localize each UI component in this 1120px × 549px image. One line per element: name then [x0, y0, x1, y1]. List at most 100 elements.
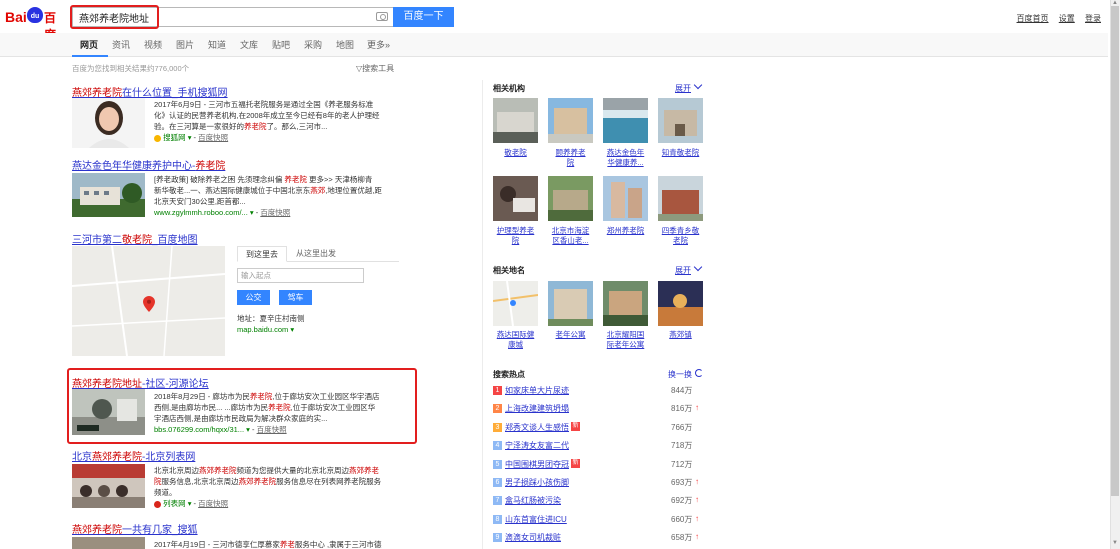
result-5-site[interactable]: 列表网: [163, 499, 186, 508]
tab-wenku[interactable]: 文库: [240, 38, 258, 51]
result-2-url[interactable]: www.zgylmmh.roboo.com/...: [154, 208, 248, 217]
hot-search-item[interactable]: 9 滴滴女司机裁赃 658万 ↑: [493, 532, 703, 544]
hot-search-item[interactable]: 8 山东首富住进ICU 660万 ↑: [493, 514, 703, 526]
institution-label[interactable]: 护理型养老院: [493, 226, 538, 246]
hot-search-item[interactable]: 4 宁泽涛女友富二代 718万: [493, 440, 703, 452]
result-2-snapshot[interactable]: 百度快照: [260, 208, 290, 217]
hot-rank-badge: 1: [493, 386, 502, 395]
chevron-down-icon[interactable]: [693, 80, 703, 90]
hot-search-text[interactable]: 宁泽涛女友富二代: [505, 440, 569, 451]
settings-link[interactable]: 设置: [1059, 14, 1075, 23]
result-1-title[interactable]: 燕郊养老院在什么位置_手机搜狐网: [72, 84, 228, 99]
refresh-icon[interactable]: [695, 369, 703, 377]
place-image[interactable]: [493, 281, 538, 326]
chevron-down-icon[interactable]: [693, 262, 703, 272]
tab-zhidao[interactable]: 知道: [208, 38, 226, 51]
hot-search-item[interactable]: 5 中国围棋男团夺冠新 712万: [493, 458, 703, 471]
login-link[interactable]: 登录: [1085, 14, 1101, 23]
tab-from-here[interactable]: 从这里出发: [287, 246, 345, 262]
institution-label[interactable]: 颐养养老院: [548, 148, 593, 168]
hot-refresh-link[interactable]: 换一换: [668, 369, 692, 380]
hot-search-text[interactable]: 盒马红肠被污染: [505, 495, 561, 506]
trend-up-icon: ↑: [695, 477, 699, 486]
hot-search-item[interactable]: 7 盒马红肠被污染 692万 ↑: [493, 495, 703, 507]
institution-image[interactable]: [658, 176, 703, 221]
place-image[interactable]: [658, 281, 703, 326]
institution-image[interactable]: [548, 98, 593, 143]
hot-search-item[interactable]: 3 郑秀文谈人生感悟新 766万: [493, 421, 703, 434]
places-title: 相关地名: [493, 266, 525, 275]
tab-web[interactable]: 网页: [80, 38, 98, 51]
result-5-snapshot[interactable]: 百度快照: [198, 499, 228, 508]
trend-up-icon: ↑: [695, 495, 699, 505]
institution-label[interactable]: 北京市海淀 区香山老...: [548, 226, 593, 246]
scroll-up-arrow-icon[interactable]: ▲: [1112, 0, 1118, 6]
tab-tieba[interactable]: 贴吧: [272, 38, 290, 51]
institution-image[interactable]: [493, 176, 538, 221]
result-1-snapshot[interactable]: 百度快照: [198, 133, 228, 142]
drive-button[interactable]: 驾车: [279, 290, 312, 305]
places-expand-link[interactable]: 展开: [675, 265, 691, 276]
place-label[interactable]: 老年公寓: [548, 330, 593, 340]
search-tools-label: 搜索工具: [362, 64, 395, 73]
place-label[interactable]: 燕郊镇: [658, 330, 703, 340]
place-label[interactable]: 燕达国际健 康城: [493, 330, 538, 350]
bus-button[interactable]: 公交: [237, 290, 270, 305]
result-1-thumbnail[interactable]: [72, 98, 145, 148]
trend-up-icon: ↑: [695, 532, 699, 542]
institution-label[interactable]: 燕达金色年 华健康养...: [603, 148, 648, 168]
institution-label[interactable]: 知青敬老院: [658, 148, 703, 158]
baidu-logo[interactable]: Bai du 百度: [5, 7, 67, 42]
tab-images[interactable]: 图片: [176, 38, 194, 51]
institution-image[interactable]: [658, 98, 703, 143]
institution-label[interactable]: 四季青乡敬 老院: [658, 226, 703, 246]
hot-search-text[interactable]: 上海改建建筑坍塌: [505, 403, 569, 414]
institution-image[interactable]: [548, 176, 593, 221]
hot-search-text[interactable]: 滴滴女司机裁赃: [505, 532, 561, 543]
map-url[interactable]: map.baidu.com ▾: [237, 325, 294, 334]
route-start-input[interactable]: 输入起点: [237, 268, 364, 283]
result-1-site[interactable]: 搜狐网: [163, 133, 186, 142]
location-pin-icon[interactable]: [143, 296, 155, 312]
home-link[interactable]: 百度首页: [1017, 14, 1049, 23]
scroll-down-arrow-icon[interactable]: ▼: [1112, 540, 1118, 546]
hot-search-item[interactable]: 1 如家床单大片尿迹 844万: [493, 385, 703, 397]
hot-search-text[interactable]: 如家床单大片尿迹: [505, 385, 569, 396]
result-count: 百度为您找到相关结果约776,000个: [72, 64, 190, 73]
institution-image[interactable]: [493, 98, 538, 143]
hot-search-item[interactable]: 6 男子损踩小孩伤脚 693万 ↑: [493, 477, 703, 489]
hot-search-item[interactable]: 2 上海改建建筑坍塌 816万 ↑: [493, 403, 703, 415]
tab-more[interactable]: 更多»: [367, 38, 390, 51]
tab-video[interactable]: 视频: [144, 38, 162, 51]
search-button[interactable]: 百度一下: [393, 7, 454, 27]
tab-news[interactable]: 资讯: [112, 38, 130, 51]
institution-label[interactable]: 郑州养老院: [603, 226, 648, 236]
hot-search-count: 766万: [671, 422, 693, 432]
scrollbar-thumb[interactable]: [1111, 6, 1119, 496]
result-3-title[interactable]: 三河市第二敬老院_百度地图: [72, 231, 198, 246]
camera-icon[interactable]: [376, 12, 388, 21]
place-label[interactable]: 北京耀阳国 际老年公寓: [603, 330, 648, 350]
hot-search-text[interactable]: 中国围棋男团夺冠新: [505, 458, 580, 470]
result-6-thumbnail[interactable]: [72, 537, 145, 549]
result-2-title[interactable]: 燕达金色年华健康养护中心-养老院: [72, 157, 225, 172]
tab-caigou[interactable]: 采购: [304, 38, 322, 51]
hot-search-text[interactable]: 山东首富住进ICU: [505, 514, 567, 525]
place-image[interactable]: [603, 281, 648, 326]
result-2-thumbnail[interactable]: [72, 173, 145, 217]
hot-rank-badge: 6: [493, 478, 502, 487]
institution-label[interactable]: 敬老院: [493, 148, 538, 158]
institution-image[interactable]: [603, 98, 648, 143]
hot-search-text[interactable]: 郑秀文谈人生感悟新: [505, 421, 580, 433]
result-6-title[interactable]: 燕郊养老院一共有几家_搜狐: [72, 521, 198, 536]
institution-image[interactable]: [603, 176, 648, 221]
institutions-expand-link[interactable]: 展开: [675, 83, 691, 94]
place-image[interactable]: [548, 281, 593, 326]
result-5-thumbnail[interactable]: [72, 464, 145, 508]
search-tools[interactable]: ▽搜索工具: [356, 63, 394, 74]
result-5-title[interactable]: 北京燕郊养老院-北京列表网: [72, 448, 195, 463]
tab-to-here[interactable]: 到这里去: [237, 246, 287, 262]
hot-search-text[interactable]: 男子损踩小孩伤脚: [505, 477, 569, 488]
map-view[interactable]: [72, 246, 225, 356]
tab-map[interactable]: 地图: [336, 38, 354, 51]
